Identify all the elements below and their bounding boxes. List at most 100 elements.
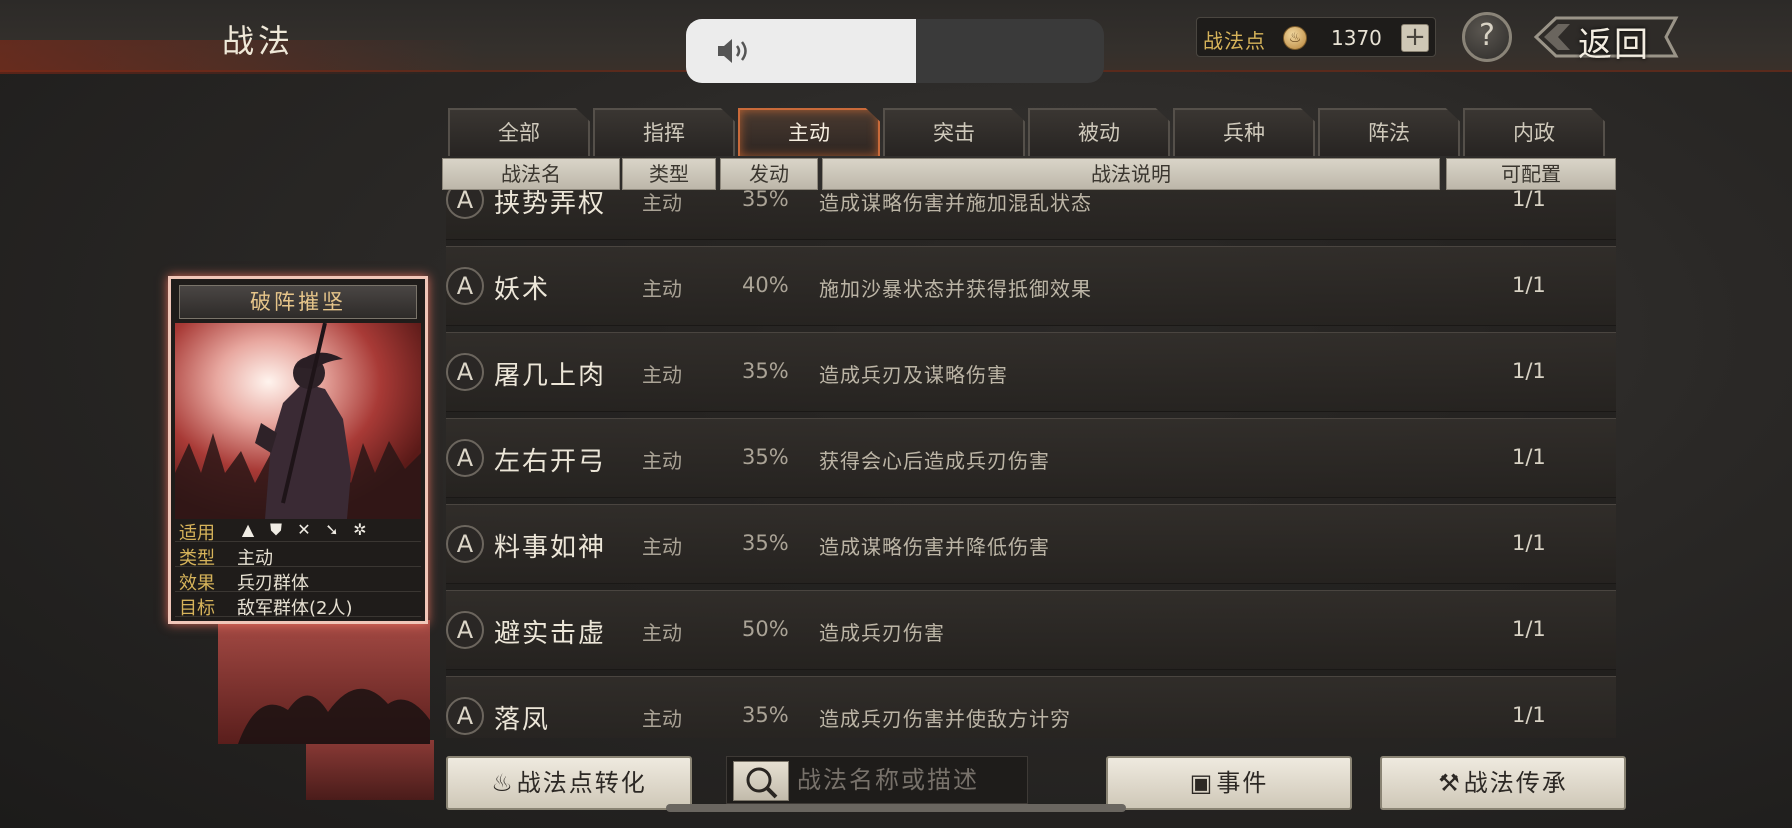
search-box <box>726 756 1028 804</box>
tactic-slots: 1/1 <box>1512 445 1546 469</box>
tactic-name: 屠几上肉 <box>494 361 607 391</box>
grade-icon: A <box>446 190 484 219</box>
tactic-description: 造成谋略伤害并施加混乱状态 <box>819 191 1092 215</box>
tactic-slots: 1/1 <box>1512 273 1546 297</box>
tactic-slots: 1/1 <box>1512 531 1546 555</box>
tactic-type: 主动 <box>642 277 682 301</box>
tactic-points-value: 1370 <box>1331 26 1382 50</box>
tab-1[interactable]: 指挥 <box>593 108 735 156</box>
tactic-trigger-rate: 35% <box>742 190 789 211</box>
column-header-slots[interactable]: 可配置 <box>1446 158 1616 190</box>
tactic-type: 主动 <box>642 363 682 387</box>
tactic-row[interactable]: A 挟势弄权 主动 35% 造成谋略伤害并施加混乱状态 1/1 <box>446 190 1616 240</box>
volume-overlay[interactable] <box>686 19 1104 83</box>
column-header-rate[interactable]: 发动 <box>720 158 818 190</box>
tactic-name: 妖术 <box>494 275 551 305</box>
tactic-row[interactable]: A 料事如神 主动 35% 造成谋略伤害并降低伤害 1/1 <box>446 504 1616 584</box>
convert-points-button[interactable]: ♨战法点转化 <box>446 756 692 810</box>
cavalry-icon: ▲ <box>241 520 255 539</box>
tactic-slots: 1/1 <box>1512 617 1546 641</box>
tactic-row[interactable]: A 屠几上肉 主动 35% 造成兵刃及谋略伤害 1/1 <box>446 332 1616 412</box>
back-label: 返回 <box>1578 25 1650 65</box>
tactic-description: 造成兵刃伤害并使敌方计穷 <box>819 707 1071 731</box>
events-icon: ▣ <box>1189 769 1215 797</box>
card-effect-row: 效果 兵刃群体 <box>175 567 421 594</box>
tactic-trigger-rate: 40% <box>742 273 789 297</box>
tactic-name: 料事如神 <box>494 533 607 563</box>
tactic-name: 避实击虚 <box>494 619 607 649</box>
grade-icon: A <box>446 439 484 477</box>
tactic-slots: 1/1 <box>1512 703 1546 727</box>
grade-icon: A <box>446 611 484 649</box>
tactic-trigger-rate: 50% <box>742 617 789 641</box>
card-applies-row: 适用 ▲ ⛊ ✕ ➘ ✲ <box>175 517 421 544</box>
tactic-list[interactable]: A 挟势弄权 主动 35% 造成谋略伤害并施加混乱状态 1/1 A 妖术 主动 40% 施加沙暴状态… <box>446 190 1616 738</box>
target-value: 敌军群体(2人) <box>237 598 353 619</box>
tactic-type: 主动 <box>642 621 682 645</box>
inherit-tactic-label: 战法传承 <box>1463 769 1568 797</box>
card-type-row: 类型 主动 <box>175 542 421 569</box>
search-button[interactable] <box>733 761 789 801</box>
tactic-points-label: 战法点 <box>1203 29 1266 53</box>
back-button[interactable]: 返回 <box>1530 12 1682 65</box>
target-label: 目标 <box>179 598 215 619</box>
tactic-point-coin-icon: ♨ <box>1283 26 1307 50</box>
tab-4[interactable]: 被动 <box>1028 108 1170 156</box>
tactic-row[interactable]: A 落凤 主动 35% 造成兵刃伤害并使敌方计穷 1/1 <box>446 676 1616 738</box>
grade-icon: A <box>446 525 484 563</box>
tactic-type: 主动 <box>642 535 682 559</box>
stacked-card-back <box>306 740 434 800</box>
card-target-row: 目标 敌军群体(2人) <box>175 592 421 619</box>
tactic-trigger-rate: 35% <box>742 445 789 469</box>
tactic-slots: 1/1 <box>1512 190 1546 211</box>
search-icon <box>746 767 778 799</box>
tactic-points-box: 战法点 ♨ 1370 + <box>1196 17 1436 57</box>
tactic-name: 落凤 <box>494 705 551 735</box>
tactic-trigger-rate: 35% <box>742 531 789 555</box>
card-info: 适用 ▲ ⛊ ✕ ➘ ✲ 类型 主动 效果 兵刃群体 目标 敌军群体(2人) <box>175 517 421 619</box>
search-input[interactable] <box>797 757 1023 803</box>
tactic-slots: 1/1 <box>1512 359 1546 383</box>
convert-points-label: 战法点转化 <box>516 769 647 797</box>
column-header-name[interactable]: 战法名 <box>442 158 620 190</box>
wheel-icon: ✲ <box>353 520 367 539</box>
events-button[interactable]: ▣事件 <box>1106 756 1352 810</box>
page-title: 战法 <box>222 22 295 60</box>
card-title: 破阵摧坚 <box>179 285 417 319</box>
tab-5[interactable]: 兵种 <box>1173 108 1315 156</box>
column-header-type[interactable]: 类型 <box>622 158 716 190</box>
grade-icon: A <box>446 697 484 735</box>
grade-icon: A <box>446 353 484 391</box>
speaker-icon <box>718 39 747 63</box>
card-stack-art <box>238 688 430 744</box>
tactic-description: 获得会心后造成兵刃伤害 <box>819 449 1050 473</box>
flame-icon: ♨ <box>491 769 515 797</box>
home-indicator[interactable] <box>666 804 1126 812</box>
tactic-name: 左右开弓 <box>494 447 607 477</box>
card-artwork <box>175 323 421 519</box>
tab-6[interactable]: 阵法 <box>1318 108 1460 156</box>
tactic-row[interactable]: A 避实击虚 主动 50% 造成兵刃伤害 1/1 <box>446 590 1616 670</box>
tactic-row[interactable]: A 妖术 主动 40% 施加沙暴状态并获得抵御效果 1/1 <box>446 246 1616 326</box>
events-label: 事件 <box>1216 769 1269 797</box>
tactic-description: 造成谋略伤害并降低伤害 <box>819 535 1050 559</box>
spear-icon: ➘ <box>325 520 339 539</box>
inherit-tactic-button[interactable]: ⚒战法传承 <box>1380 756 1626 810</box>
tactic-description: 造成兵刃伤害 <box>819 621 945 645</box>
tab-2[interactable]: 主动 <box>738 108 880 156</box>
tactic-trigger-rate: 35% <box>742 359 789 383</box>
tactic-description: 造成兵刃及谋略伤害 <box>819 363 1008 387</box>
help-button[interactable]: ? <box>1462 12 1512 62</box>
tactic-row[interactable]: A 左右开弓 主动 35% 获得会心后造成兵刃伤害 1/1 <box>446 418 1616 498</box>
tab-7[interactable]: 内政 <box>1463 108 1605 156</box>
tactic-trigger-rate: 35% <box>742 703 789 727</box>
tactic-card[interactable]: 破阵摧坚 适用 ▲ ⛊ ✕ ➘ ✲ 类型 主动 效果 兵刃群体 目标 敌军群体(… <box>168 276 428 624</box>
tactic-type: 主动 <box>642 449 682 473</box>
tactic-description: 施加沙暴状态并获得抵御效果 <box>819 277 1092 301</box>
tactic-type: 主动 <box>642 191 682 215</box>
grade-icon: A <box>446 267 484 305</box>
tab-3[interactable]: 突击 <box>883 108 1025 156</box>
tactic-name: 挟势弄权 <box>494 190 607 219</box>
tab-0[interactable]: 全部 <box>448 108 590 156</box>
add-points-button[interactable]: + <box>1401 24 1429 52</box>
